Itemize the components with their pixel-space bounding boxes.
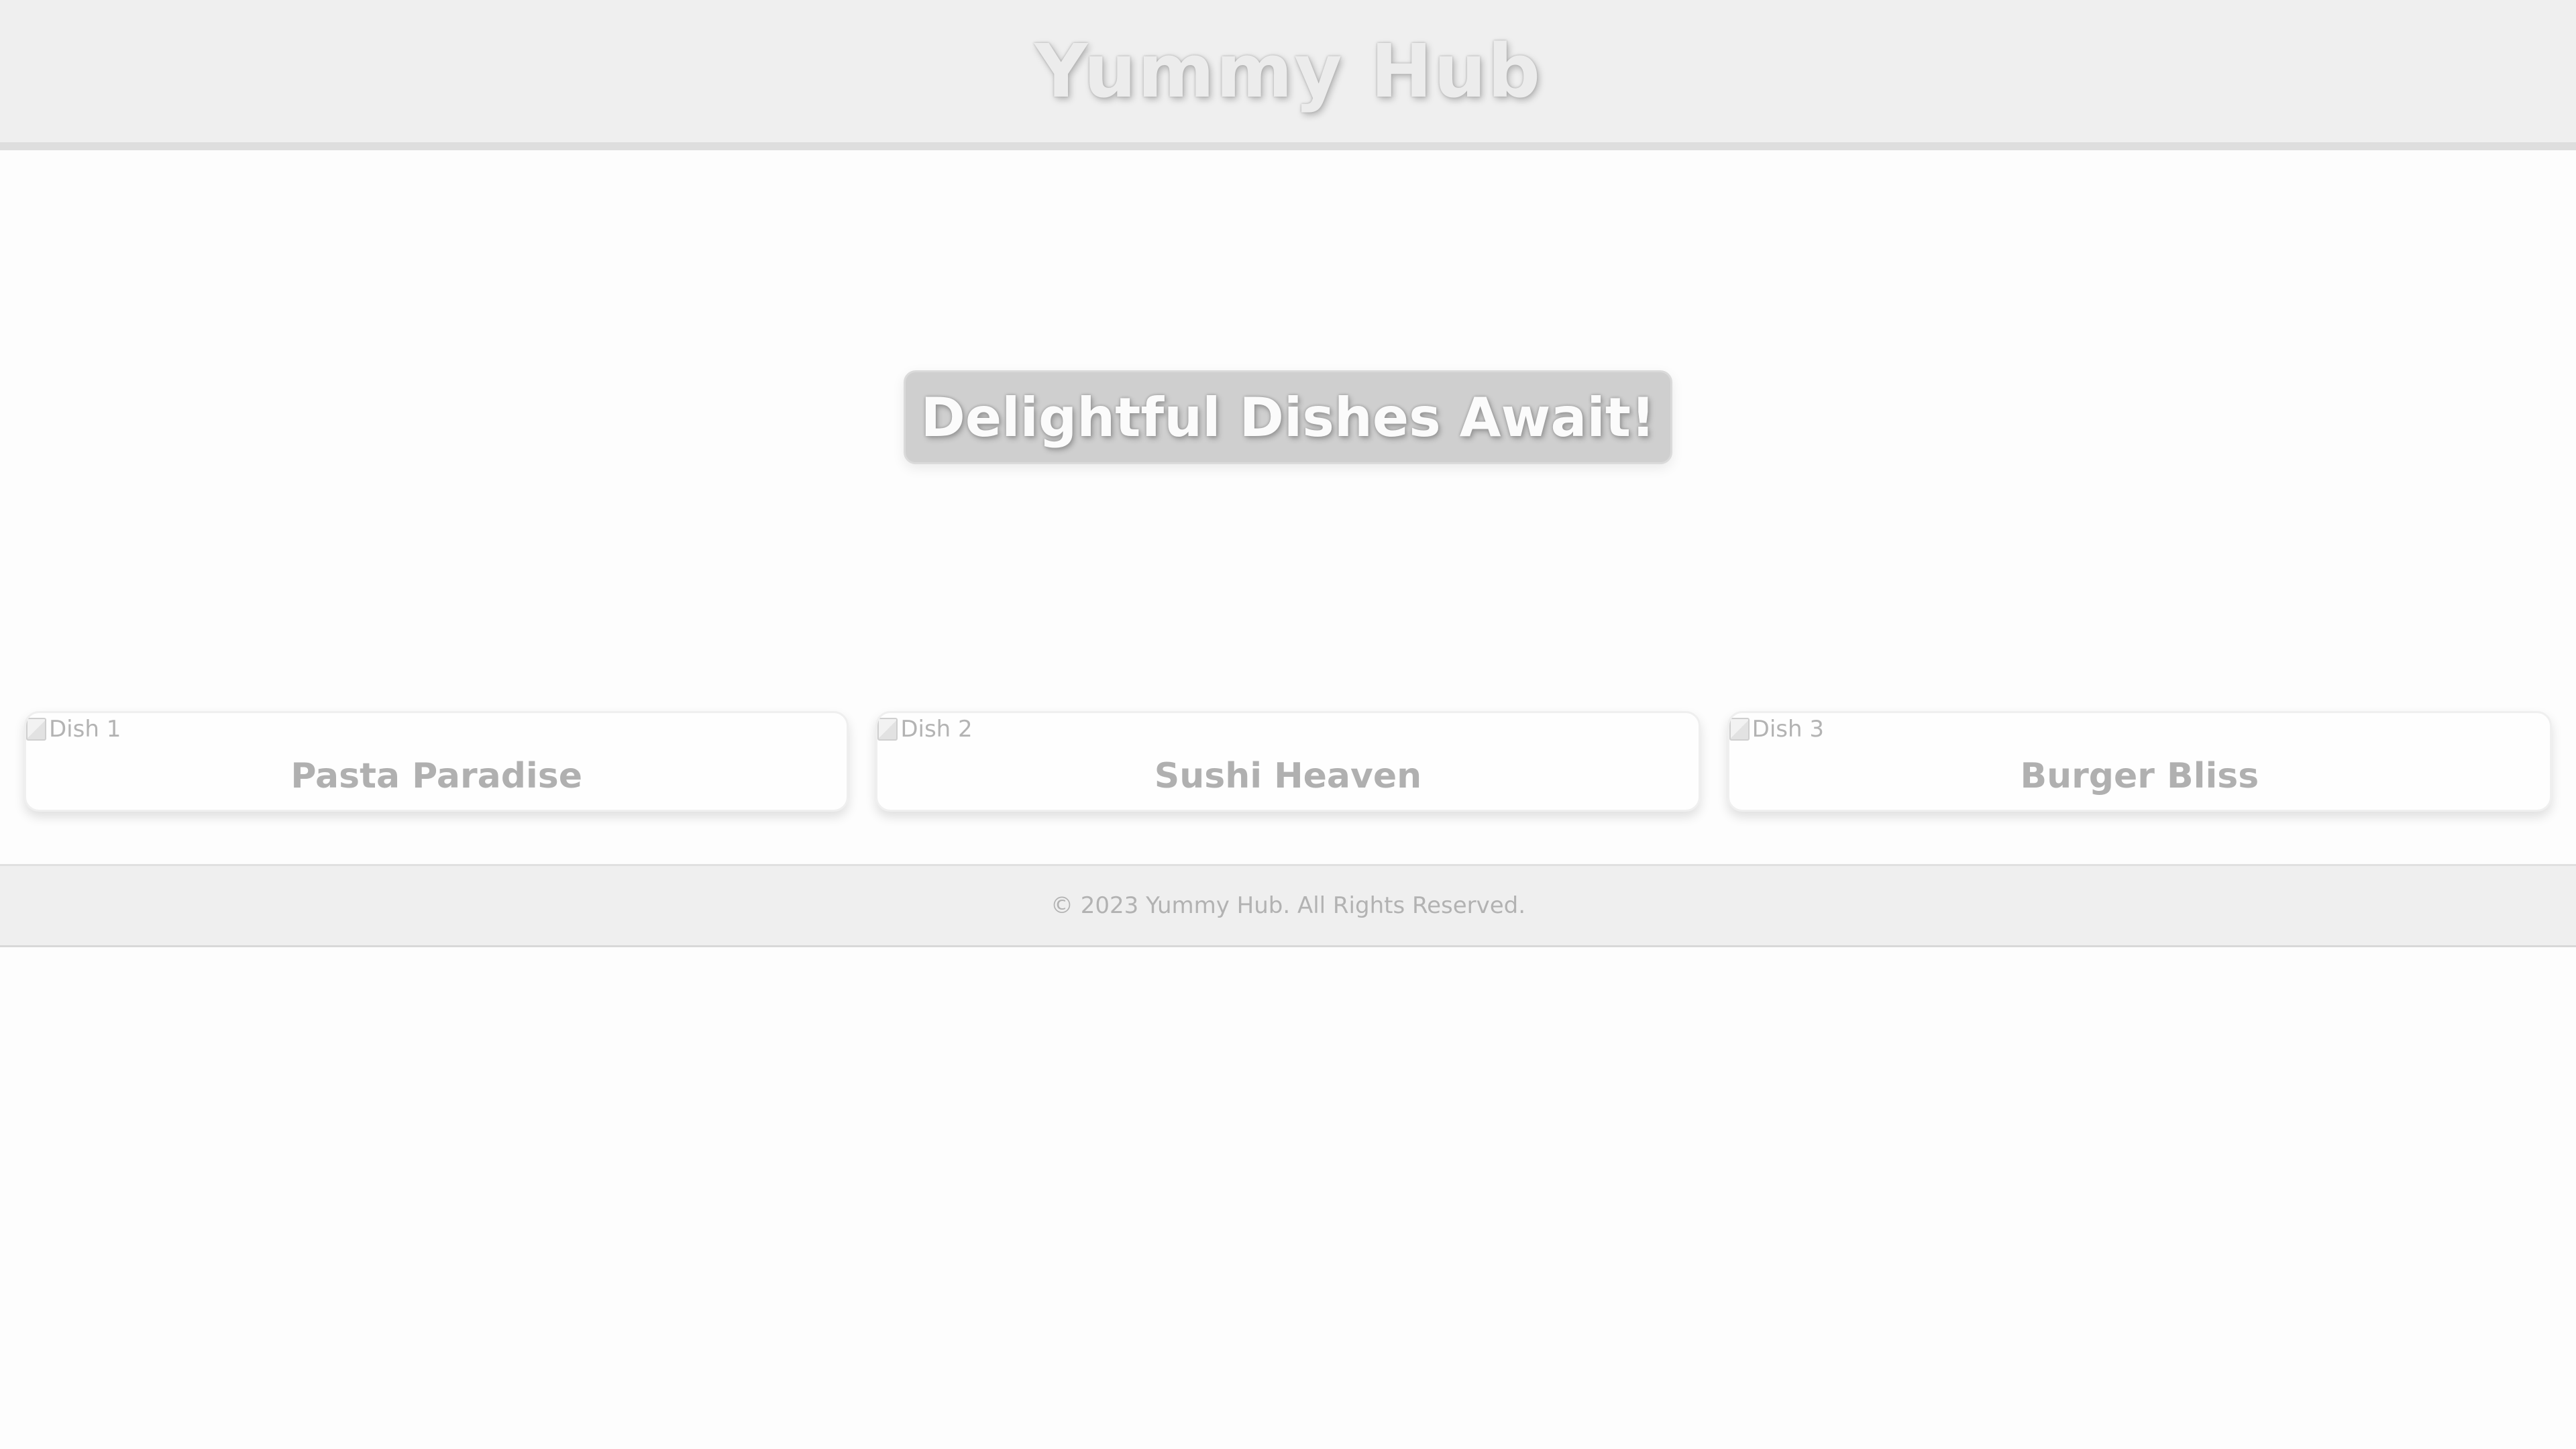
dish-card-burger-bliss[interactable]: Dish 3 Burger Bliss <box>1727 711 2552 812</box>
site-title: Yummy Hub <box>1034 28 1542 114</box>
hero-banner: Delightful Dishes Await! <box>904 370 1672 464</box>
dish-image: Dish 3 <box>1729 716 1824 743</box>
dish-name: Burger Bliss <box>2020 756 2259 796</box>
dish-list: Dish 1 Pasta Paradise Dish 2 Sushi Heave… <box>24 711 2552 812</box>
dish-card-pasta-paradise[interactable]: Dish 1 Pasta Paradise <box>24 711 849 812</box>
footer-copyright: © 2023 Yummy Hub. All Rights Reserved. <box>1050 892 1526 919</box>
site-header: Yummy Hub <box>0 0 2576 150</box>
dish-image: Dish 1 <box>26 716 121 743</box>
dish-image-alt: Dish 2 <box>900 716 973 743</box>
broken-image-icon <box>877 718 898 741</box>
dish-name: Pasta Paradise <box>290 756 582 796</box>
broken-image-icon <box>1729 718 1750 741</box>
broken-image-icon <box>26 718 46 741</box>
hero-heading: Delightful Dishes Await! <box>920 386 1656 449</box>
dish-image: Dish 2 <box>877 716 973 743</box>
dish-name: Sushi Heaven <box>1154 756 1422 796</box>
hero-section: Delightful Dishes Await! <box>0 150 2576 700</box>
site-footer: © 2023 Yummy Hub. All Rights Reserved. <box>0 864 2576 947</box>
dish-image-alt: Dish 1 <box>49 716 121 743</box>
dish-card-sushi-heaven[interactable]: Dish 2 Sushi Heaven <box>875 711 1701 812</box>
dish-image-alt: Dish 3 <box>1752 716 1824 743</box>
